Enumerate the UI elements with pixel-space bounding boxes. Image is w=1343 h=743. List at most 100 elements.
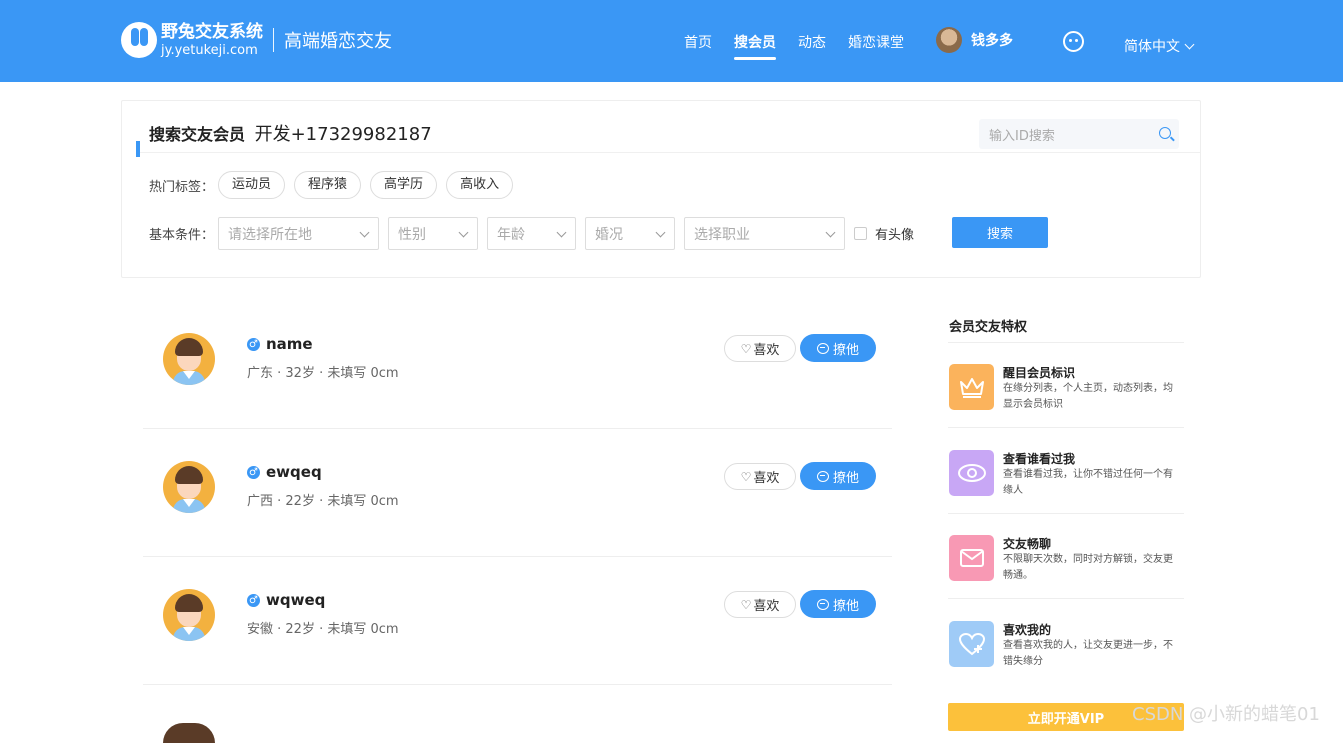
privilege-desc: 查看喜欢我的人，让交友更进一步，不错失缘分 <box>1003 640 1173 667</box>
gender-placeholder: 性别 <box>398 226 427 243</box>
search-icon[interactable] <box>1159 127 1171 139</box>
divider <box>948 598 1184 599</box>
member-name[interactable]: name <box>266 335 313 353</box>
tag-high-education[interactable]: 高学历 <box>370 171 438 199</box>
conditions-label: 基本条件： <box>149 228 215 243</box>
eye-icon <box>949 450 994 496</box>
chat-label: 撩他 <box>832 470 859 486</box>
crown-icon <box>949 364 994 410</box>
like-button[interactable]: ♡ 喜欢 <box>724 463 796 490</box>
logo-name: 野兔交友系统 <box>161 21 263 42</box>
avatar[interactable] <box>163 461 215 513</box>
main-nav: 首页 搜会员 动态 婚恋课堂 <box>684 32 926 60</box>
privilege-desc: 查看谁看过我，让你不错过任何一个有缘人 <box>1003 469 1173 496</box>
gender-select[interactable]: 性别 <box>388 217 479 250</box>
site-logo[interactable]: 野兔交友系统 jy.yetukeji.com 高端婚恋交友 <box>121 22 392 58</box>
chat-bubble-icon <box>816 342 829 354</box>
member-info: 广西 · 22岁 · 未填写 0cm <box>247 494 399 509</box>
avatar[interactable] <box>163 333 215 385</box>
privilege-likes[interactable]: 喜欢我的 查看喜欢我的人，让交友更进一步，不错失缘分 <box>948 621 1184 707</box>
privilege-desc: 不限聊天次数，同时对方解锁，交友更畅通。 <box>1003 554 1173 581</box>
watermark: CSDN @小新的蜡笔01 <box>1132 704 1320 725</box>
marital-select[interactable]: 婚况 <box>585 217 676 250</box>
chevron-down-icon <box>458 227 469 238</box>
search-button[interactable]: 搜索 <box>952 217 1048 248</box>
divider <box>948 427 1184 428</box>
chevron-down-icon <box>825 227 836 238</box>
chat-label: 撩他 <box>832 598 859 614</box>
privilege-badge[interactable]: 醒目会员标识 在缘分列表，个人主页，动态列表，均显示会员标识 <box>948 364 1184 450</box>
like-label: 喜欢 <box>753 599 780 614</box>
dev-contact: 开发+17329982187 <box>254 124 432 145</box>
search-title: 搜索交友会员 <box>149 125 246 144</box>
privilege-title: 喜欢我的 <box>1003 623 1052 637</box>
privileges-title: 会员交友特权 <box>949 320 1028 335</box>
chevron-down-icon <box>655 227 666 238</box>
has-avatar-label: 有头像 <box>875 228 915 243</box>
member-info: 安徽 · 22岁 · 未填写 0cm <box>247 622 399 637</box>
user-menu[interactable]: 钱多多 <box>936 27 1013 53</box>
like-label: 喜欢 <box>753 343 780 358</box>
checkbox-box[interactable] <box>854 227 868 240</box>
age-select[interactable]: 年龄 <box>487 217 577 250</box>
mail-icon <box>949 535 994 581</box>
id-search-input[interactable]: 输入ID搜索 <box>979 119 1179 149</box>
list-item[interactable]: ♂ ewqeq 广西 · 22岁 · 未填写 0cm ♡ 喜欢 撩他 <box>143 429 892 557</box>
title-accent-bar <box>136 141 140 157</box>
privilege-title: 查看谁看过我 <box>1003 452 1076 466</box>
list-item[interactable]: ♂ wqweq 安徽 · 22岁 · 未填写 0cm ♡ 喜欢 撩他 <box>143 557 892 685</box>
search-panel: 搜索交友会员 开发+17329982187 输入ID搜索 热门标签： 运动员 程… <box>121 100 1201 278</box>
chat-button[interactable]: 撩他 <box>800 462 876 490</box>
privilege-visitors[interactable]: 查看谁看过我 查看谁看过我，让你不错过任何一个有缘人 <box>948 450 1184 536</box>
male-icon: ♂ <box>247 465 260 479</box>
privilege-chat[interactable]: 交友畅聊 不限聊天次数，同时对方解锁，交友更畅通。 <box>948 535 1184 621</box>
member-name[interactable]: wqweq <box>266 591 325 609</box>
location-select[interactable]: 请选择所在地 <box>218 217 380 250</box>
hot-tags-row: 热门标签： 运动员 程序猿 高学历 高收入 <box>149 171 522 199</box>
heart-icon: ♡ <box>740 597 752 612</box>
marital-placeholder: 婚况 <box>595 226 624 243</box>
nav-dating-class[interactable]: 婚恋课堂 <box>848 32 904 60</box>
language-select[interactable]: 简体中文 <box>1124 36 1195 56</box>
tag-high-income[interactable]: 高收入 <box>446 171 514 199</box>
occupation-select[interactable]: 选择职业 <box>684 217 846 250</box>
male-icon: ♂ <box>247 337 260 351</box>
tag-athlete[interactable]: 运动员 <box>218 171 286 199</box>
chat-label: 撩他 <box>832 342 859 358</box>
avatar <box>936 27 962 53</box>
logo-slogan: 高端婚恋交友 <box>284 31 392 52</box>
top-header: 野兔交友系统 jy.yetukeji.com 高端婚恋交友 首页 搜会员 动态 … <box>0 0 1343 82</box>
nav-home[interactable]: 首页 <box>684 32 712 60</box>
avatar[interactable] <box>163 589 215 641</box>
male-icon: ♂ <box>247 593 260 607</box>
avatar[interactable] <box>163 723 215 743</box>
message-icon[interactable] <box>1063 31 1084 52</box>
location-placeholder: 请选择所在地 <box>228 226 313 243</box>
heart-icon: ♡ <box>740 341 752 356</box>
member-name[interactable]: ewqeq <box>266 463 322 481</box>
conditions-row: 基本条件： 请选择所在地 性别 年龄 婚况 选择职业 有头像 搜索 <box>149 217 1048 250</box>
logo-domain: jy.yetukeji.com <box>161 42 258 58</box>
list-item[interactable]: ♂ name 广东 · 32岁 · 未填写 0cm ♡ 喜欢 撩他 <box>143 301 892 429</box>
tag-programmer[interactable]: 程序猿 <box>294 171 362 199</box>
like-button[interactable]: ♡ 喜欢 <box>724 591 796 618</box>
heart-icon: ♡ <box>740 469 752 484</box>
occupation-placeholder: 选择职业 <box>694 226 751 243</box>
like-label: 喜欢 <box>753 471 780 486</box>
nav-moments[interactable]: 动态 <box>798 32 826 60</box>
nav-search-members[interactable]: 搜会员 <box>734 32 776 60</box>
has-avatar-checkbox[interactable]: 有头像 <box>854 224 914 243</box>
page-title: 搜索交友会员 开发+17329982187 <box>136 120 432 146</box>
chevron-down-icon <box>556 227 567 238</box>
member-info: 广东 · 32岁 · 未填写 0cm <box>247 366 399 381</box>
like-button[interactable]: ♡ 喜欢 <box>724 335 796 362</box>
privilege-title: 交友畅聊 <box>1003 537 1052 551</box>
chat-bubble-icon <box>816 470 829 482</box>
divider <box>948 513 1184 514</box>
chat-button[interactable]: 撩他 <box>800 334 876 362</box>
age-placeholder: 年龄 <box>497 226 526 243</box>
logo-divider <box>273 28 274 52</box>
chat-button[interactable]: 撩他 <box>800 590 876 618</box>
hot-tags-label: 热门标签： <box>149 179 215 195</box>
panel-divider <box>140 152 1200 153</box>
